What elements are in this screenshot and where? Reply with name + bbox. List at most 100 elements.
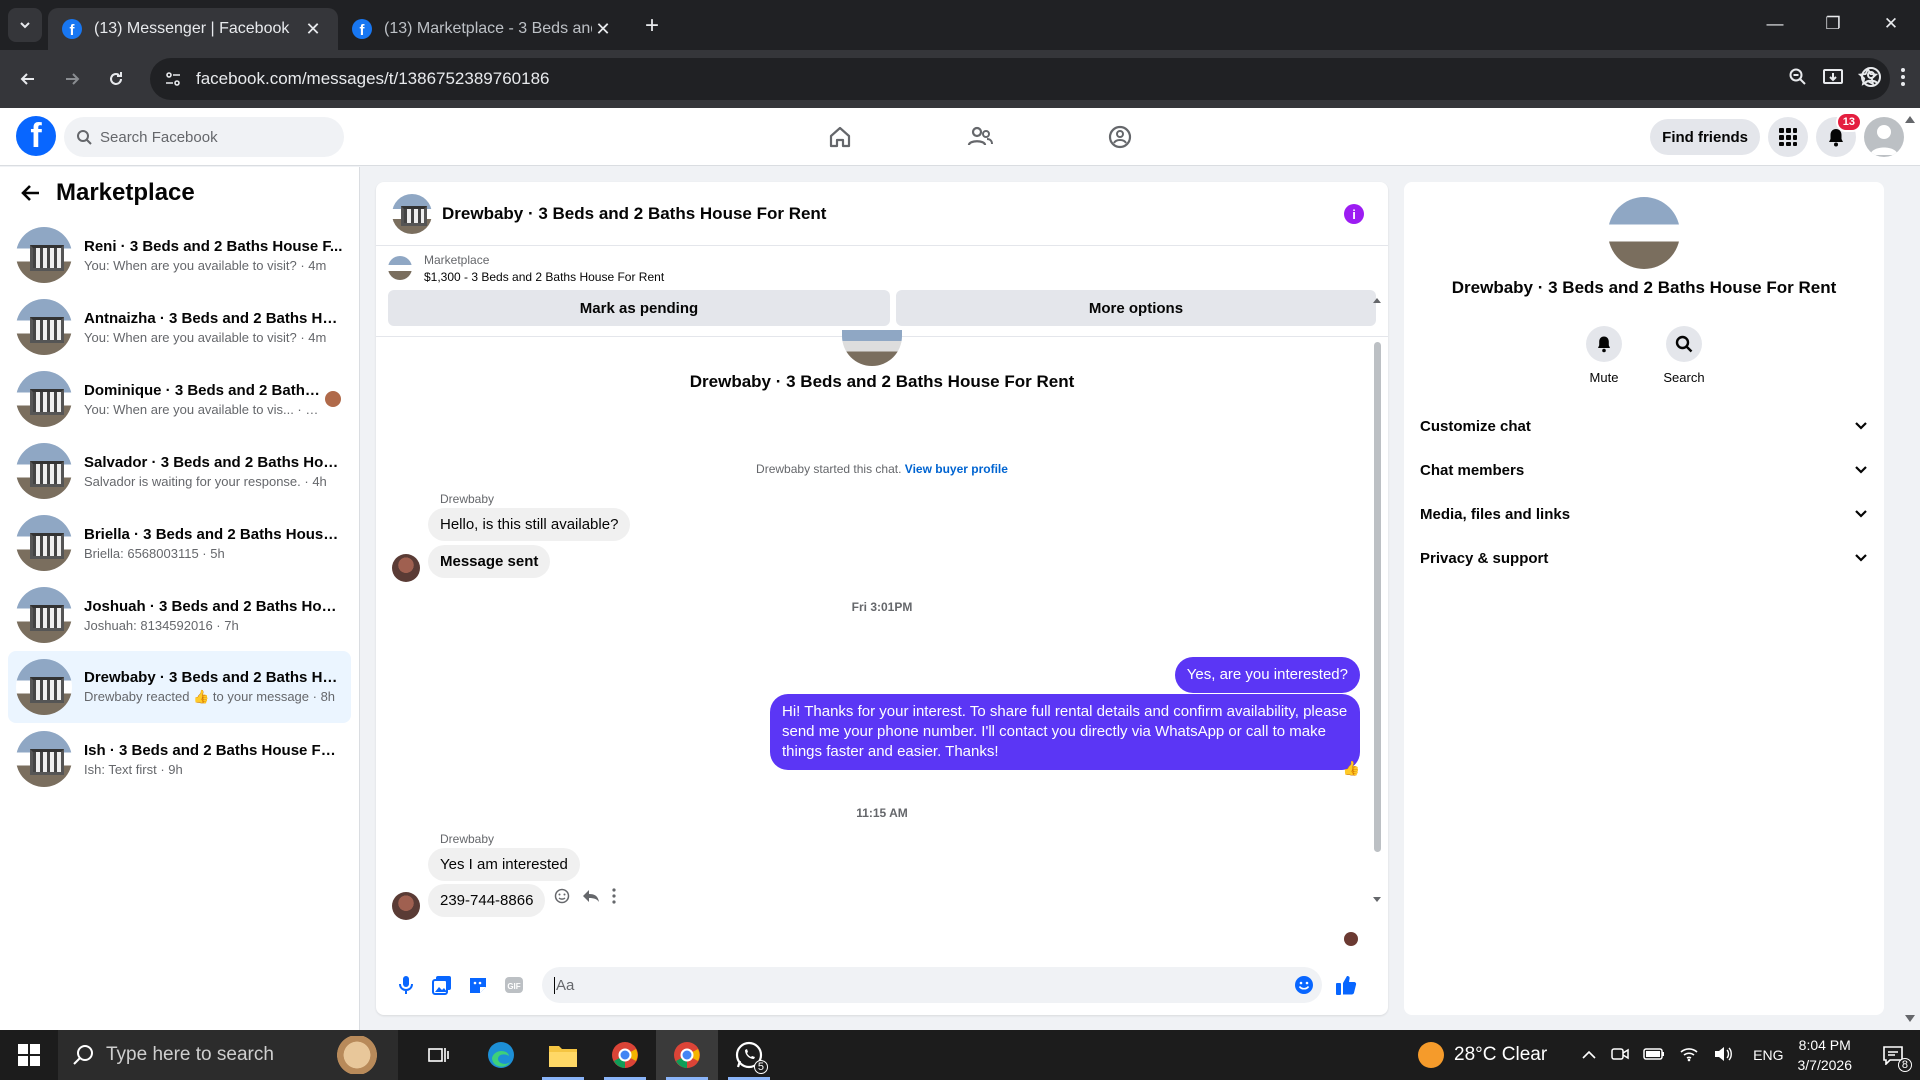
facebook-search-input[interactable]: Search Facebook [64,117,344,157]
mute-button[interactable]: Mute [1582,326,1626,385]
page-scroll-down-icon[interactable] [1904,1014,1916,1024]
meet-now-icon[interactable] [1611,1046,1629,1065]
mark-as-pending-button[interactable]: Mark as pending [388,290,890,326]
close-tab-icon[interactable]: ✕ [302,18,324,40]
conversation-item[interactable]: Ish · 3 Beds and 2 Baths House For... Ish… [8,723,351,795]
chrome-icon[interactable] [594,1030,656,1080]
battery-icon[interactable] [1643,1047,1665,1064]
back-button[interactable] [8,59,48,99]
chat-title[interactable]: Drewbaby · 3 Beds and 2 Baths House For … [442,204,826,224]
view-buyer-profile-link[interactable]: View buyer profile [905,462,1008,476]
conversation-item[interactable]: Salvador · 3 Beds and 2 Baths Hou... Salv… [8,435,351,507]
menu-button[interactable] [1768,117,1808,157]
like-button[interactable] [1328,967,1364,1003]
find-friends-button[interactable]: Find friends [1650,119,1760,155]
sender-avatar[interactable] [392,554,420,582]
notification-center-button[interactable]: 8 [1866,1030,1920,1080]
account-avatar[interactable] [1864,117,1904,157]
thumbs-up-reaction-icon[interactable]: 👍 [1343,760,1360,777]
outgoing-message[interactable]: Yes, are you interested? [1174,657,1360,693]
install-app-icon[interactable] [1822,67,1844,91]
input-placeholder: Aa [554,976,575,994]
listing-title[interactable]: $1,300 - 3 Beds and 2 Baths House For Re… [424,270,664,284]
marketplace-sidebar: Marketplace Reni · 3 Beds and 2 Baths Ho… [0,167,360,1030]
url-bar[interactable]: facebook.com/messages/t/1386752389760186 [150,58,1890,100]
conversation-item[interactable]: Dominique · 3 Beds and 2 Baths... You: Wh… [8,363,351,435]
chevron-up-icon[interactable] [1581,1047,1597,1063]
reload-icon [110,72,122,85]
page-scroll-up-icon[interactable] [1904,114,1916,124]
start-button[interactable] [0,1030,58,1080]
zoom-icon[interactable] [1788,67,1808,91]
emoji-icon[interactable] [1294,975,1314,999]
voice-clip-icon[interactable] [388,967,424,1003]
chat-avatar[interactable] [392,193,432,234]
restore-icon[interactable]: ❐ [1804,0,1862,48]
more-icon[interactable] [612,888,616,909]
incoming-message[interactable]: Hello, is this still available? [428,508,631,541]
customize-chat-section[interactable]: Customize chat [1412,404,1876,448]
wifi-icon[interactable] [1679,1046,1699,1065]
attach-photo-icon[interactable] [424,967,460,1003]
home-tab[interactable] [770,108,910,166]
search-icon [77,130,92,145]
chat-members-section[interactable]: Chat members [1412,448,1876,492]
tab-messenger[interactable]: f (13) Messenger | Facebook ✕ [48,8,338,50]
scrollbar-thumb[interactable] [1374,342,1381,852]
tab-search-button[interactable] [8,8,42,42]
notifications-button[interactable]: 13 [1816,112,1862,157]
sticker-icon[interactable] [460,967,496,1003]
minimize-icon[interactable]: — [1746,0,1804,48]
react-icon[interactable] [554,888,570,909]
reply-icon[interactable] [582,888,600,909]
taskbar-search-box[interactable]: Type here to search [58,1030,398,1080]
back-arrow-icon[interactable] [20,182,42,204]
task-view-icon[interactable] [408,1030,470,1080]
clock[interactable]: 8:04 PM 3/7/2026 [1798,1035,1853,1075]
volume-icon[interactable] [1713,1046,1733,1065]
conversation-item-active[interactable]: Drewbaby · 3 Beds and 2 Baths Ho... Drewb… [8,651,351,723]
close-tab-icon[interactable]: ✕ [592,18,614,40]
windows-taskbar: Type here to search 5 28°C Clear ENG 8:0… [0,1030,1920,1080]
kebab-menu-icon[interactable] [1900,67,1906,91]
search-placeholder: Search Facebook [100,128,218,146]
groups-tab[interactable] [1050,108,1190,166]
conversation-preview: Ish: Text first · 9h [84,761,183,777]
new-tab-button[interactable]: + [634,8,670,44]
incoming-message[interactable]: Message sent [428,545,551,578]
bell-icon [1598,336,1610,353]
incoming-message[interactable]: Yes I am interested [428,848,580,881]
privacy-support-section[interactable]: Privacy & support [1412,536,1876,580]
friends-tab[interactable] [910,108,1050,166]
message-input[interactable]: Aa [542,967,1322,1003]
browser-tab-bar: f (13) Messenger | Facebook ✕ f (13) Mar… [0,0,1920,50]
close-window-icon[interactable]: ✕ [1862,0,1920,48]
forward-button[interactable] [52,59,92,99]
chrome-profile-icon[interactable] [656,1030,718,1080]
file-explorer-icon[interactable] [532,1030,594,1080]
incoming-message[interactable]: 239-744-8866 [428,884,546,917]
conversation-item[interactable]: Antnaizha · 3 Beds and 2 Baths Ho... You:… [8,291,351,363]
reload-button[interactable] [96,59,136,99]
edge-browser-icon[interactable] [470,1030,532,1080]
facebook-top-nav: f Search Facebook Find friends 13 [0,108,1920,166]
weather-widget[interactable]: 28°C Clear [1418,1042,1547,1068]
language-indicator[interactable]: ENG [1753,1047,1783,1063]
profile-icon[interactable] [1860,66,1882,92]
outgoing-message[interactable]: Hi! Thanks for your interest. To share f… [770,694,1360,770]
media-files-links-section[interactable]: Media, files and links [1412,492,1876,536]
more-options-button[interactable]: More options [895,290,1376,326]
tab-marketplace[interactable]: f (13) Marketplace - 3 Beds and 2 ✕ [338,8,628,50]
facebook-logo-icon[interactable]: f [16,116,56,156]
sender-avatar[interactable] [392,892,420,920]
gif-icon[interactable]: GIF [496,967,532,1003]
conversation-name: Salvador · 3 Beds and 2 Baths Hou... [84,453,343,471]
conversation-item[interactable]: Briella · 3 Beds and 2 Baths House ... Br… [8,507,351,579]
search-in-conversation-button[interactable]: Search [1662,326,1706,385]
chat-scrollbar[interactable] [1372,298,1382,902]
conversation-item[interactable]: Reni · 3 Beds and 2 Baths House F... You:… [8,219,351,291]
message-timestamp: Fri 3:01PM [851,600,913,614]
whatsapp-icon[interactable]: 5 [718,1030,780,1080]
conversation-item[interactable]: Joshuah · 3 Beds and 2 Baths Hous... Josh… [8,579,351,651]
info-icon[interactable]: i [1344,204,1364,224]
